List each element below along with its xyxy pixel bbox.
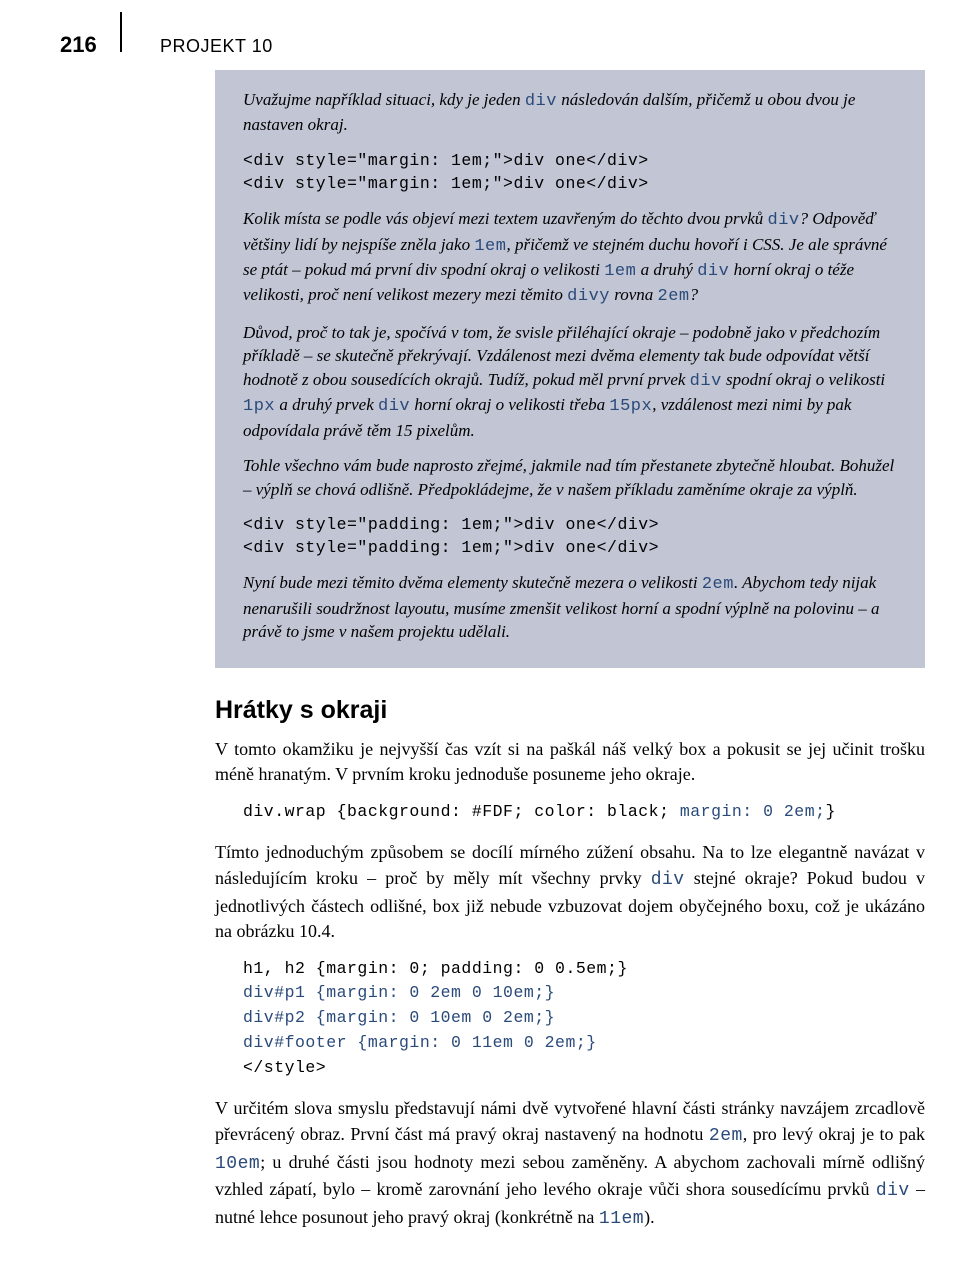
callout-box: Uvažujme například situaci, kdy je jeden… [215, 70, 925, 668]
callout-para-4: Tohle všechno vám bude naprosto zřejmé, … [243, 454, 897, 501]
page: 216 PROJEKT 10 Uvažujme například situac… [0, 0, 960, 1272]
code-inline: divy [567, 287, 610, 306]
code-inline: div [768, 211, 800, 230]
body-para-3: V určitém slova smyslu představují námi … [215, 1096, 925, 1232]
body-para-1: V tomto okamžiku je nejvyšší čas vzít si… [215, 737, 925, 788]
text: ; u druhé části jsou hodnoty mezi sebou … [215, 1152, 925, 1200]
callout-para-3: Důvod, proč to tak je, spočívá v tom, že… [243, 321, 897, 442]
code-block-1: <div style="margin: 1em;">div one</div> … [243, 149, 897, 195]
text: ? [690, 285, 699, 304]
code-line: div#p2 {margin: 0 10em 0 2em;} [243, 1008, 555, 1027]
chapter-label: PROJEKT 10 [160, 36, 273, 57]
code-inline: div [378, 397, 410, 416]
content-column: Uvažujme například situaci, kdy je jeden… [215, 70, 925, 1232]
text: ). [644, 1207, 655, 1227]
callout-para-1: Uvažujme například situaci, kdy je jeden… [243, 88, 897, 137]
callout-para-5: Nyní bude mezi těmito dvěma elementy sku… [243, 571, 897, 643]
code-line: div#p1 {margin: 0 2em 0 10em;} [243, 983, 555, 1002]
code-inline: 1px [243, 397, 275, 416]
code-inline: 15px [609, 397, 652, 416]
section-heading: Hrátky s okraji [215, 696, 925, 725]
header-divider [120, 12, 122, 52]
code-keyword: margin: 0 2em; [680, 802, 826, 821]
text: Nyní bude mezi těmito dvěma elementy sku… [243, 573, 702, 592]
code-inline: 2em [658, 287, 690, 306]
code-line: h1, h2 {margin: 0; padding: 0 0.5em;} [243, 959, 628, 978]
code-block-2: <div style="padding: 1em;">div one</div>… [243, 513, 897, 559]
text: a druhý prvek [275, 395, 378, 414]
code-inline: div [690, 372, 722, 391]
code-line: </style> [243, 1058, 326, 1077]
body-para-2: Tímto jednoduchým způsobem se docílí mír… [215, 840, 925, 944]
code-inline: 10em [215, 1154, 260, 1174]
text: Uvažujme například situaci, kdy je jeden [243, 90, 525, 109]
page-header: 216 PROJEKT 10 [60, 20, 900, 58]
code-inline: div [525, 92, 557, 111]
code-inline: 11em [599, 1209, 644, 1229]
code-inline: 1em [604, 262, 636, 281]
text: } [826, 802, 836, 821]
code-inline: div [697, 262, 729, 281]
code-inline: 2em [702, 575, 734, 594]
callout-para-2: Kolik místa se podle vás objeví mezi tex… [243, 207, 897, 309]
text: horní okraj o velikosti třeba [410, 395, 609, 414]
text: spodní okraj o velikosti [722, 370, 885, 389]
text: div.wrap {background: #FDF; color: black… [243, 802, 680, 821]
text: Kolik místa se podle vás objeví mezi tex… [243, 209, 768, 228]
text: a druhý [636, 260, 697, 279]
code-inline: div [876, 1181, 910, 1201]
body-code-1: div.wrap {background: #FDF; color: black… [243, 800, 925, 825]
text: , pro levý okraj je to pak [743, 1124, 925, 1144]
code-line: div#footer {margin: 0 11em 0 2em;} [243, 1033, 597, 1052]
code-inline: div [651, 870, 685, 890]
body-code-2: h1, h2 {margin: 0; padding: 0 0.5em;} di… [243, 957, 925, 1081]
text: rovna [610, 285, 658, 304]
page-number: 216 [60, 32, 120, 58]
code-inline: 2em [709, 1126, 743, 1146]
code-inline: 1em [474, 237, 506, 256]
